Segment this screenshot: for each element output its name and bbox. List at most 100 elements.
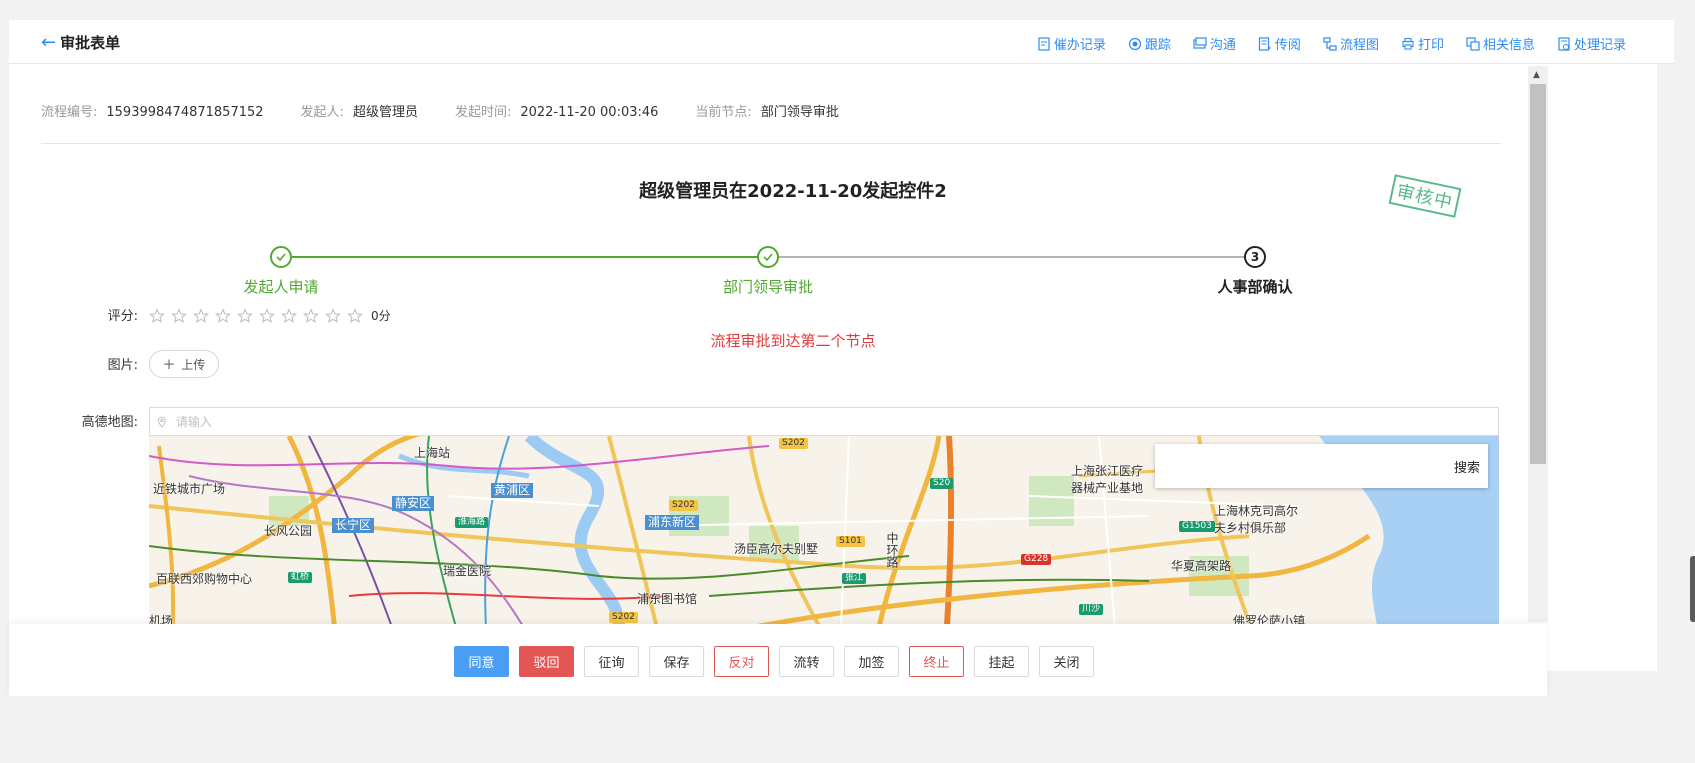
map-label-pudong-library: 浦东图书馆 xyxy=(637,592,698,606)
reminder-record-label: 催办记录 xyxy=(1053,38,1106,53)
district-jingan: 静安区 xyxy=(392,496,435,511)
star-icon[interactable] xyxy=(193,307,209,324)
footer-buttons: 同意 驳回 征询 保存 反对 流转 加签 终止 挂起 关闭 xyxy=(454,646,1094,677)
process-record-icon xyxy=(1558,36,1570,51)
image-label: 图片: xyxy=(107,358,138,373)
process-steps: 发起人申请 部门领导审批 3 人事部确认 xyxy=(9,246,1657,306)
oppose-button[interactable]: 反对 xyxy=(714,646,769,677)
related-info-label: 相关信息 xyxy=(1482,38,1535,53)
step-1-dot xyxy=(270,246,292,268)
road-tag-s20: S20 xyxy=(930,478,954,489)
flowchart-icon xyxy=(1323,36,1337,51)
action-footer: 同意 驳回 征询 保存 反对 流转 加签 终止 挂起 关闭 xyxy=(9,624,1547,696)
transfer-button[interactable]: 流转 xyxy=(779,646,834,677)
map-label-links-golf: 上海林克司高尔夫乡村俱乐部 xyxy=(1214,504,1299,535)
star-icon[interactable] xyxy=(215,307,231,324)
map-label-shanghai-station: 上海站 xyxy=(414,446,451,460)
suspend-button[interactable]: 挂起 xyxy=(974,646,1029,677)
related-info-button[interactable]: 相关信息 xyxy=(1466,34,1535,53)
initiator: 发起人: 超级管理员 xyxy=(301,101,418,120)
scroll-thumb[interactable] xyxy=(1530,84,1546,464)
flowchart-button[interactable]: 流程图 xyxy=(1323,34,1379,53)
print-icon xyxy=(1402,37,1414,50)
start-time: 发起时间: 2022-11-20 00:03:46 xyxy=(455,101,658,120)
star-icon[interactable] xyxy=(303,307,319,324)
back-button[interactable]: ← 审批表单 xyxy=(41,32,120,53)
map-label-bailian-mall: 百联西郊购物中心 xyxy=(156,572,253,586)
district-pudong: 浦东新区 xyxy=(645,515,700,530)
print-button[interactable]: 打印 xyxy=(1401,34,1444,53)
upload-button[interactable]: + 上传 xyxy=(149,350,219,378)
plus-icon: + xyxy=(162,355,176,373)
step-3-dot: 3 xyxy=(1244,246,1266,268)
reject-button[interactable]: 驳回 xyxy=(519,646,574,677)
step-2-label: 部门领导审批 xyxy=(722,278,813,296)
consult-button[interactable]: 征询 xyxy=(584,646,639,677)
map-label-changfeng-park: 长风公园 xyxy=(264,524,313,538)
star-icon[interactable] xyxy=(171,307,187,324)
reminder-record-button[interactable]: 催办记录 xyxy=(1037,34,1106,53)
initiator-value: 超级管理员 xyxy=(352,105,418,120)
star-icon[interactable] xyxy=(347,307,363,324)
district-huangpu: 黄浦区 xyxy=(491,483,534,498)
road-tag-s202: S202 xyxy=(779,438,808,449)
star-icon[interactable] xyxy=(237,307,253,324)
chat-icon xyxy=(1193,36,1207,49)
circulate-button[interactable]: 传阅 xyxy=(1258,34,1301,53)
map-address-input[interactable] xyxy=(149,407,1499,436)
reminder-record-icon xyxy=(1038,36,1050,51)
map-label-ruijin-hospital: 瑞金医院 xyxy=(443,564,492,578)
add-signer-button[interactable]: 加签 xyxy=(844,646,899,677)
star-icon[interactable] xyxy=(149,307,165,324)
flowchart-label: 流程图 xyxy=(1339,38,1379,53)
current-node-value: 部门领导审批 xyxy=(760,105,839,120)
side-handle[interactable] xyxy=(1690,556,1695,622)
related-info-icon xyxy=(1466,36,1480,51)
map-search-field[interactable] xyxy=(175,414,1498,429)
upload-label: 上传 xyxy=(181,357,206,372)
rating-stars[interactable]: 0分 xyxy=(149,307,391,324)
rating-label: 评分: xyxy=(107,309,138,324)
map-label-middle-ring: 中环路 xyxy=(885,532,899,568)
form-content: 流程编号: 1593998474871857152 发起人: 超级管理员 发起时间:… xyxy=(9,64,1657,671)
process-meta: 流程编号: 1593998474871857152 发起人: 超级管理员 发起时间:… xyxy=(41,101,876,120)
star-icon[interactable] xyxy=(281,307,297,324)
road-tag-g1503: G1503 xyxy=(1179,521,1215,532)
track-icon xyxy=(1128,37,1141,50)
process-record-button[interactable]: 处理记录 xyxy=(1557,34,1626,53)
page-title: 审批表单 xyxy=(60,34,121,52)
current-node: 当前节点: 部门领导审批 xyxy=(695,101,838,120)
location-pin-icon xyxy=(157,416,166,428)
map-search-box[interactable]: 搜索 xyxy=(1155,444,1488,488)
map-label-zhangjiang: 张江 xyxy=(842,573,867,584)
step-connector-done xyxy=(292,256,769,258)
check-icon xyxy=(763,253,773,262)
star-icon[interactable] xyxy=(259,307,275,324)
track-label: 跟踪 xyxy=(1144,38,1171,53)
map-label: 高德地图: xyxy=(81,415,138,430)
circulate-icon xyxy=(1258,36,1271,51)
road-tag-s202: S202 xyxy=(609,612,638,623)
track-button[interactable]: 跟踪 xyxy=(1128,34,1171,53)
scroll-up-icon[interactable]: ▲ xyxy=(1533,70,1540,80)
process-number-value: 1593998474871857152 xyxy=(106,105,264,120)
map-label-zhangjiang-medical: 上海张江医疗器械产业基地 xyxy=(1071,464,1144,495)
map-label-huaxia-elevated: 华夏高架路 xyxy=(1171,559,1232,573)
step-3-label: 人事部确认 xyxy=(1217,278,1293,296)
map-search-button[interactable]: 搜索 xyxy=(1454,457,1480,476)
arrow-left-icon: ← xyxy=(41,31,57,53)
start-time-value: 2022-11-20 00:03:46 xyxy=(520,105,659,120)
save-button[interactable]: 保存 xyxy=(649,646,704,677)
form-title: 超级管理员在2022-11-20发起控件2 xyxy=(639,181,947,202)
vertical-scrollbar[interactable]: ▲ xyxy=(1528,66,1548,622)
agree-button[interactable]: 同意 xyxy=(454,646,509,677)
terminate-button[interactable]: 终止 xyxy=(909,646,964,677)
star-icon[interactable] xyxy=(325,307,341,324)
close-button[interactable]: 关闭 xyxy=(1039,646,1094,677)
step-connector-pending xyxy=(778,256,1254,258)
print-label: 打印 xyxy=(1417,38,1444,53)
divider xyxy=(41,143,1501,144)
road-tag-s202: S202 xyxy=(669,500,698,511)
current-node-label: 当前节点: xyxy=(695,105,752,120)
chat-button[interactable]: 沟通 xyxy=(1193,34,1236,53)
